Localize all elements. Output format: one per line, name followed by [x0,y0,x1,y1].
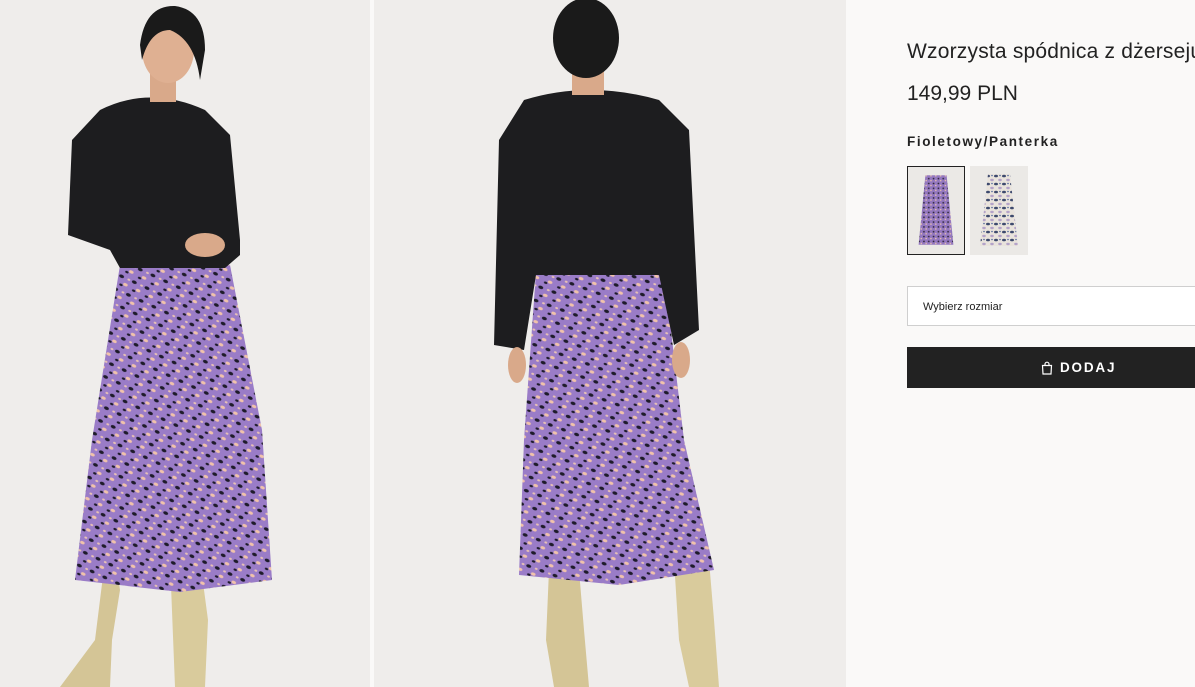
product-image-front[interactable] [0,0,370,687]
swatch-thumbnail-blue-pattern [970,166,1028,255]
product-title: Wzorzysta spódnica z dżerseju [907,40,1195,63]
color-swatch-fioletowy-panterka[interactable] [907,166,965,255]
bag-icon [1041,361,1053,375]
add-to-bag-button[interactable]: DODAJ [907,347,1195,388]
model-back-illustration [374,0,846,687]
product-details-panel: Wzorzysta spódnica z dżerseju 149,99 PLN… [847,0,1195,687]
size-select-label: Wybierz rozmiar [923,301,1003,313]
swatch-thumbnail-purple [908,167,964,254]
product-image-back[interactable] [374,0,846,687]
product-price: 149,99 PLN [907,82,1018,105]
selected-color-name: Fioletowy/Panterka [907,134,1059,149]
model-front-illustration [0,0,370,687]
size-select-dropdown[interactable]: Wybierz rozmiar [907,286,1195,326]
color-swatch-alternate[interactable] [970,166,1028,255]
add-button-label: DODAJ [1060,360,1117,375]
